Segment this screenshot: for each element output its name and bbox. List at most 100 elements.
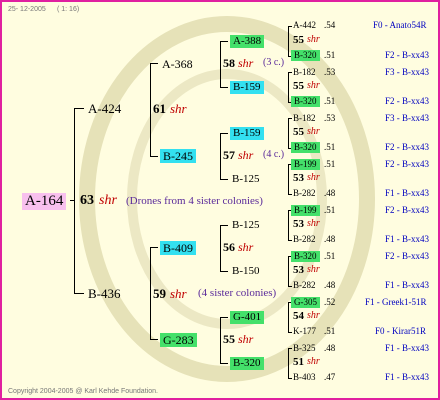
gen4-id-12[interactable]: G-305 <box>291 297 320 308</box>
header-zoom: ( 1: 16) <box>57 6 80 13</box>
gen3-id-4[interactable]: B-125 <box>232 220 260 231</box>
gen2-note-0: (3 c.) <box>263 57 285 68</box>
gen4-year-6: .51 <box>324 159 336 169</box>
gen3-year-7: 51 <box>293 356 304 368</box>
gen4-id-13[interactable]: K-177 <box>293 327 316 336</box>
gen4-id-15[interactable]: B-403 <box>293 373 316 382</box>
gen4-origin-7: F1 - B-xx43 <box>385 188 430 198</box>
gen4-origin-2: F3 - B-xx43 <box>385 67 430 77</box>
footer-copyright: Copyright 2004-2005 @ Karl Kehde Foundat… <box>8 388 158 395</box>
gen4-id-2[interactable]: B-182 <box>293 68 316 77</box>
gen4-year-3: .51 <box>324 96 336 106</box>
gen4-origin-14: F1 - B-xx43 <box>385 343 430 353</box>
gen2-id-0[interactable]: A-368 <box>162 58 193 70</box>
gen4-origin-10: F2 - B-xx43 <box>385 251 430 261</box>
gen4-year-5: .51 <box>324 142 336 152</box>
gen4-id-0[interactable]: A-442 <box>293 21 316 30</box>
gen2-id-1[interactable]: B-245 <box>160 149 196 163</box>
gen2-note-1: (4 c.) <box>263 149 285 160</box>
gen4-year-13: .51 <box>324 326 336 336</box>
gen4-id-3[interactable]: B-320 <box>291 96 320 107</box>
gen4-id-7[interactable]: B-282 <box>293 189 316 198</box>
gen4-year-8: .51 <box>324 205 336 215</box>
gen3-shr-4: shr <box>307 218 320 229</box>
gen2-shr-3: shr <box>238 332 254 346</box>
gen3-year-5: 53 <box>293 264 304 276</box>
gen4-year-0: .54 <box>324 20 336 30</box>
gen4-id-14[interactable]: B-325 <box>293 344 316 353</box>
gen4-id-1[interactable]: B-320 <box>291 50 320 61</box>
gen3-id-6[interactable]: G-401 <box>230 311 265 324</box>
gen1-year-1: 59 <box>153 286 166 301</box>
gen3-id-2[interactable]: B-159 <box>230 127 264 140</box>
gen3-shr-7: shr <box>307 356 320 367</box>
gen4-origin-3: F2 - B-xx43 <box>385 96 430 106</box>
gen4-year-15: .47 <box>324 372 336 382</box>
gen3-shr-2: shr <box>307 126 320 137</box>
gen2-shr-2: shr <box>238 240 254 254</box>
gen4-origin-0: F0 - Anato54R <box>373 20 427 30</box>
gen1-year-0: 61 <box>153 101 166 116</box>
gen4-id-5[interactable]: B-320 <box>291 142 320 153</box>
header-date: 25- 12-2005 <box>8 6 46 13</box>
gen2-year-2: 56 <box>223 240 235 254</box>
gen4-year-9: .48 <box>324 234 336 244</box>
gen1-shr-1: shr <box>170 286 187 301</box>
gen3-shr-6: shr <box>307 310 320 321</box>
gen4-origin-11: F1 - B-xx43 <box>385 280 430 290</box>
root-note: (Drones from 4 sister colonies) <box>126 195 263 207</box>
gen4-id-11[interactable]: B-282 <box>293 281 316 290</box>
gen4-origin-6: F2 - B-xx43 <box>385 159 430 169</box>
gen3-year-0: 55 <box>293 34 304 46</box>
gen2-id-3[interactable]: G-283 <box>160 333 197 347</box>
gen2-shr-1: shr <box>238 148 254 162</box>
pedigree-frame: 25- 12-2005 ( 1: 16) Copyright 2004-2005… <box>0 0 440 400</box>
gen1-shr-0: shr <box>170 101 187 116</box>
gen2-year-3: 55 <box>223 332 235 346</box>
gen3-shr-0: shr <box>307 34 320 45</box>
root-year: 63 <box>80 193 94 208</box>
gen1-id-1[interactable]: B-436 <box>88 287 121 300</box>
gen4-origin-9: F1 - B-xx43 <box>385 234 430 244</box>
gen4-year-1: .51 <box>324 50 336 60</box>
gen3-year-4: 53 <box>293 218 304 230</box>
gen3-shr-3: shr <box>307 172 320 183</box>
gen3-year-1: 55 <box>293 80 304 92</box>
gen3-year-3: 53 <box>293 172 304 184</box>
gen4-id-6[interactable]: B-199 <box>291 159 320 170</box>
gen4-id-10[interactable]: B-320 <box>291 251 320 262</box>
gen4-id-4[interactable]: B-182 <box>293 114 316 123</box>
gen4-year-12: .52 <box>324 297 336 307</box>
gen4-origin-15: F1 - B-xx43 <box>385 372 430 382</box>
gen3-id-5[interactable]: B-150 <box>232 266 260 277</box>
root-id[interactable]: A-164 <box>22 193 67 210</box>
gen3-id-3[interactable]: B-125 <box>232 174 260 185</box>
gen3-id-7[interactable]: B-320 <box>230 357 264 370</box>
gen1-note-1: (4 sister colonies) <box>198 287 277 299</box>
gen3-id-1[interactable]: B-159 <box>230 81 264 94</box>
gen3-shr-5: shr <box>307 264 320 275</box>
gen1-id-0[interactable]: A-424 <box>88 102 121 115</box>
gen2-shr-0: shr <box>238 56 254 70</box>
gen3-id-0[interactable]: A-388 <box>230 35 265 48</box>
gen3-shr-1: shr <box>307 80 320 91</box>
gen4-id-8[interactable]: B-199 <box>291 205 320 216</box>
gen4-year-4: .53 <box>324 113 336 123</box>
gen4-origin-4: F3 - B-xx43 <box>385 113 430 123</box>
gen4-id-9[interactable]: B-282 <box>293 235 316 244</box>
gen3-year-2: 55 <box>293 126 304 138</box>
gen4-year-14: .48 <box>324 343 336 353</box>
root-shr: shr <box>99 193 117 208</box>
gen4-origin-13: F0 - Kirar51R <box>375 326 426 336</box>
gen3-year-6: 54 <box>293 310 304 322</box>
gen2-id-2[interactable]: B-409 <box>160 241 196 255</box>
gen4-origin-12: F1 - Greek1-51R <box>365 297 427 307</box>
gen4-year-2: .53 <box>324 67 336 77</box>
gen4-origin-5: F2 - B-xx43 <box>385 142 430 152</box>
gen2-year-1: 57 <box>223 148 235 162</box>
gen4-origin-8: F2 - B-xx43 <box>385 205 430 215</box>
gen2-year-0: 58 <box>223 56 235 70</box>
gen4-year-11: .48 <box>324 280 336 290</box>
gen4-year-7: .48 <box>324 188 336 198</box>
gen4-origin-1: F2 - B-xx43 <box>385 50 430 60</box>
